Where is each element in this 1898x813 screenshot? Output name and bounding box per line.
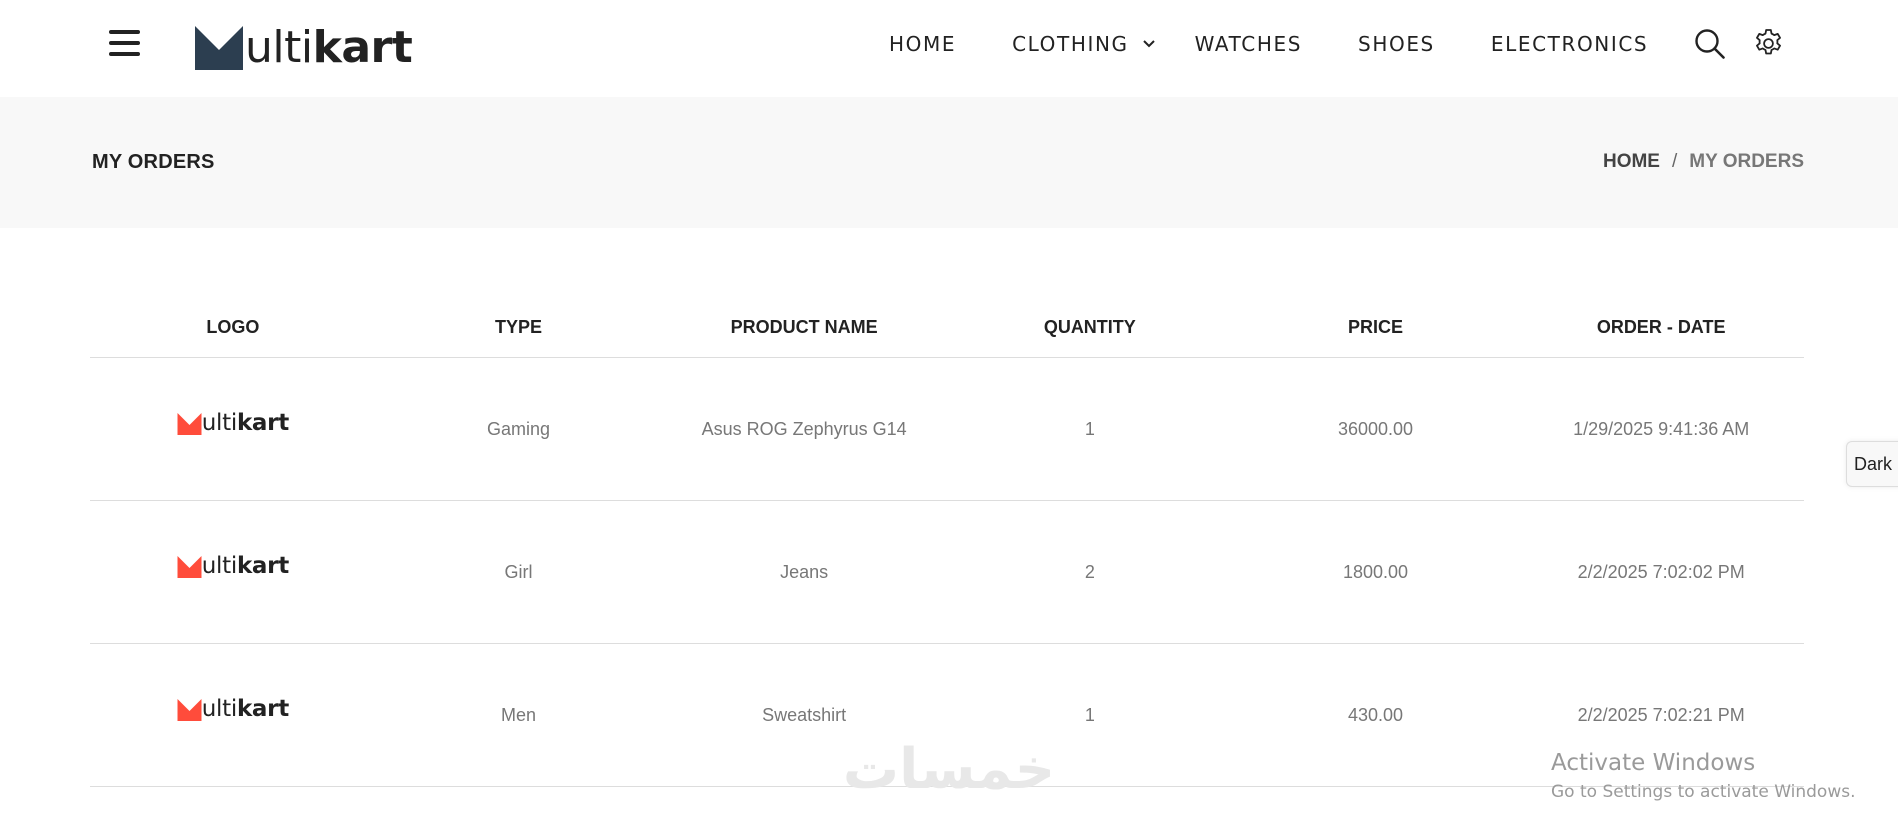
price-cell: 430.00	[1347, 704, 1404, 725]
orders-table: LOGO TYPE PRODUCT NAME QUANTITY PRICE OR…	[90, 298, 1804, 787]
logo-cell: ultikart	[90, 554, 376, 583]
chevron-down-icon	[1142, 40, 1155, 48]
logo-wordmark: ultikart	[245, 22, 413, 73]
logo-mark-icon	[177, 412, 202, 435]
type-cell: Girl	[504, 561, 533, 582]
logo-mark-icon	[177, 698, 202, 721]
nav-home[interactable]: HOME	[889, 32, 956, 56]
page-title: MY ORDERS	[92, 151, 215, 173]
activate-windows-title: Activate Windows	[1551, 750, 1756, 776]
quantity-cell: 1	[1084, 704, 1095, 725]
column-header-price: PRICE	[1347, 317, 1403, 337]
quantity-cell: 1	[1084, 418, 1095, 439]
price-cell: 36000.00	[1337, 418, 1414, 439]
site-logo[interactable]: ultikart	[195, 22, 413, 73]
type-cell: Gaming	[486, 418, 550, 439]
product-name-cell: Jeans	[780, 561, 829, 582]
product-name-cell: Asus ROG Zephyrus G14	[701, 418, 907, 439]
nav-shoes[interactable]: SHOES	[1358, 32, 1435, 56]
activate-windows-watermark: Activate Windows Go to Settings to activ…	[1551, 748, 1856, 806]
order-date-cell: 2/2/2025 7:02:02 PM	[1577, 561, 1745, 582]
gear-icon[interactable]	[1752, 27, 1785, 60]
price-cell: 1800.00	[1342, 561, 1409, 582]
logo-cell: ultikart	[90, 697, 376, 726]
menu-icon[interactable]	[109, 30, 140, 56]
site-header: ultikart HOME CLOTHING WATCHES SHOES ELE…	[0, 0, 1898, 97]
breadcrumb-separator: /	[1671, 151, 1678, 172]
nav-clothing[interactable]: CLOTHING	[1012, 32, 1155, 56]
product-logo: ultikart	[177, 695, 289, 721]
product-logo: ultikart	[177, 552, 289, 578]
quantity-cell: 2	[1084, 561, 1095, 582]
breadcrumb-home-link[interactable]: HOME	[1603, 151, 1660, 173]
main-nav: HOME CLOTHING WATCHES SHOES ELECTRONICS	[889, 30, 1648, 58]
activate-windows-subtitle: Go to Settings to activate Windows.	[1551, 782, 1856, 802]
order-date-cell: 2/2/2025 7:02:21 PM	[1577, 704, 1745, 725]
order-date-cell: 1/29/2025 9:41:36 AM	[1573, 418, 1750, 439]
column-header-logo: LOGO	[206, 317, 260, 337]
column-header-product-name: PRODUCT NAME	[730, 317, 878, 337]
column-header-type: TYPE	[494, 317, 542, 337]
search-icon[interactable]	[1694, 28, 1725, 59]
logo-mark-icon	[195, 26, 243, 70]
dark-mode-toggle[interactable]: Dark	[1846, 441, 1898, 487]
column-header-order-date: ORDER - DATE	[1596, 317, 1726, 337]
type-cell: Men	[500, 704, 536, 725]
page-title-bar: MY ORDERS HOME / MY ORDERS	[0, 97, 1898, 228]
table-row: ultikart Girl Jeans 2 1800.00 2/2/2025 7…	[90, 501, 1804, 644]
nav-electronics[interactable]: ELECTRONICS	[1491, 32, 1648, 56]
product-logo: ultikart	[177, 409, 289, 435]
logo-mark-icon	[177, 555, 202, 578]
breadcrumb: HOME / MY ORDERS	[1603, 151, 1804, 173]
table-row: ultikart Gaming Asus ROG Zephyrus G14 1 …	[90, 358, 1804, 501]
column-header-quantity: QUANTITY	[1043, 317, 1136, 337]
product-name-cell: Sweatshirt	[762, 704, 847, 725]
site-watermark: خمسات	[842, 737, 1056, 802]
table-header: LOGO TYPE PRODUCT NAME QUANTITY PRICE OR…	[90, 298, 1804, 358]
breadcrumb-current: MY ORDERS	[1689, 151, 1804, 172]
logo-cell: ultikart	[90, 411, 376, 440]
nav-watches[interactable]: WATCHES	[1195, 32, 1302, 56]
